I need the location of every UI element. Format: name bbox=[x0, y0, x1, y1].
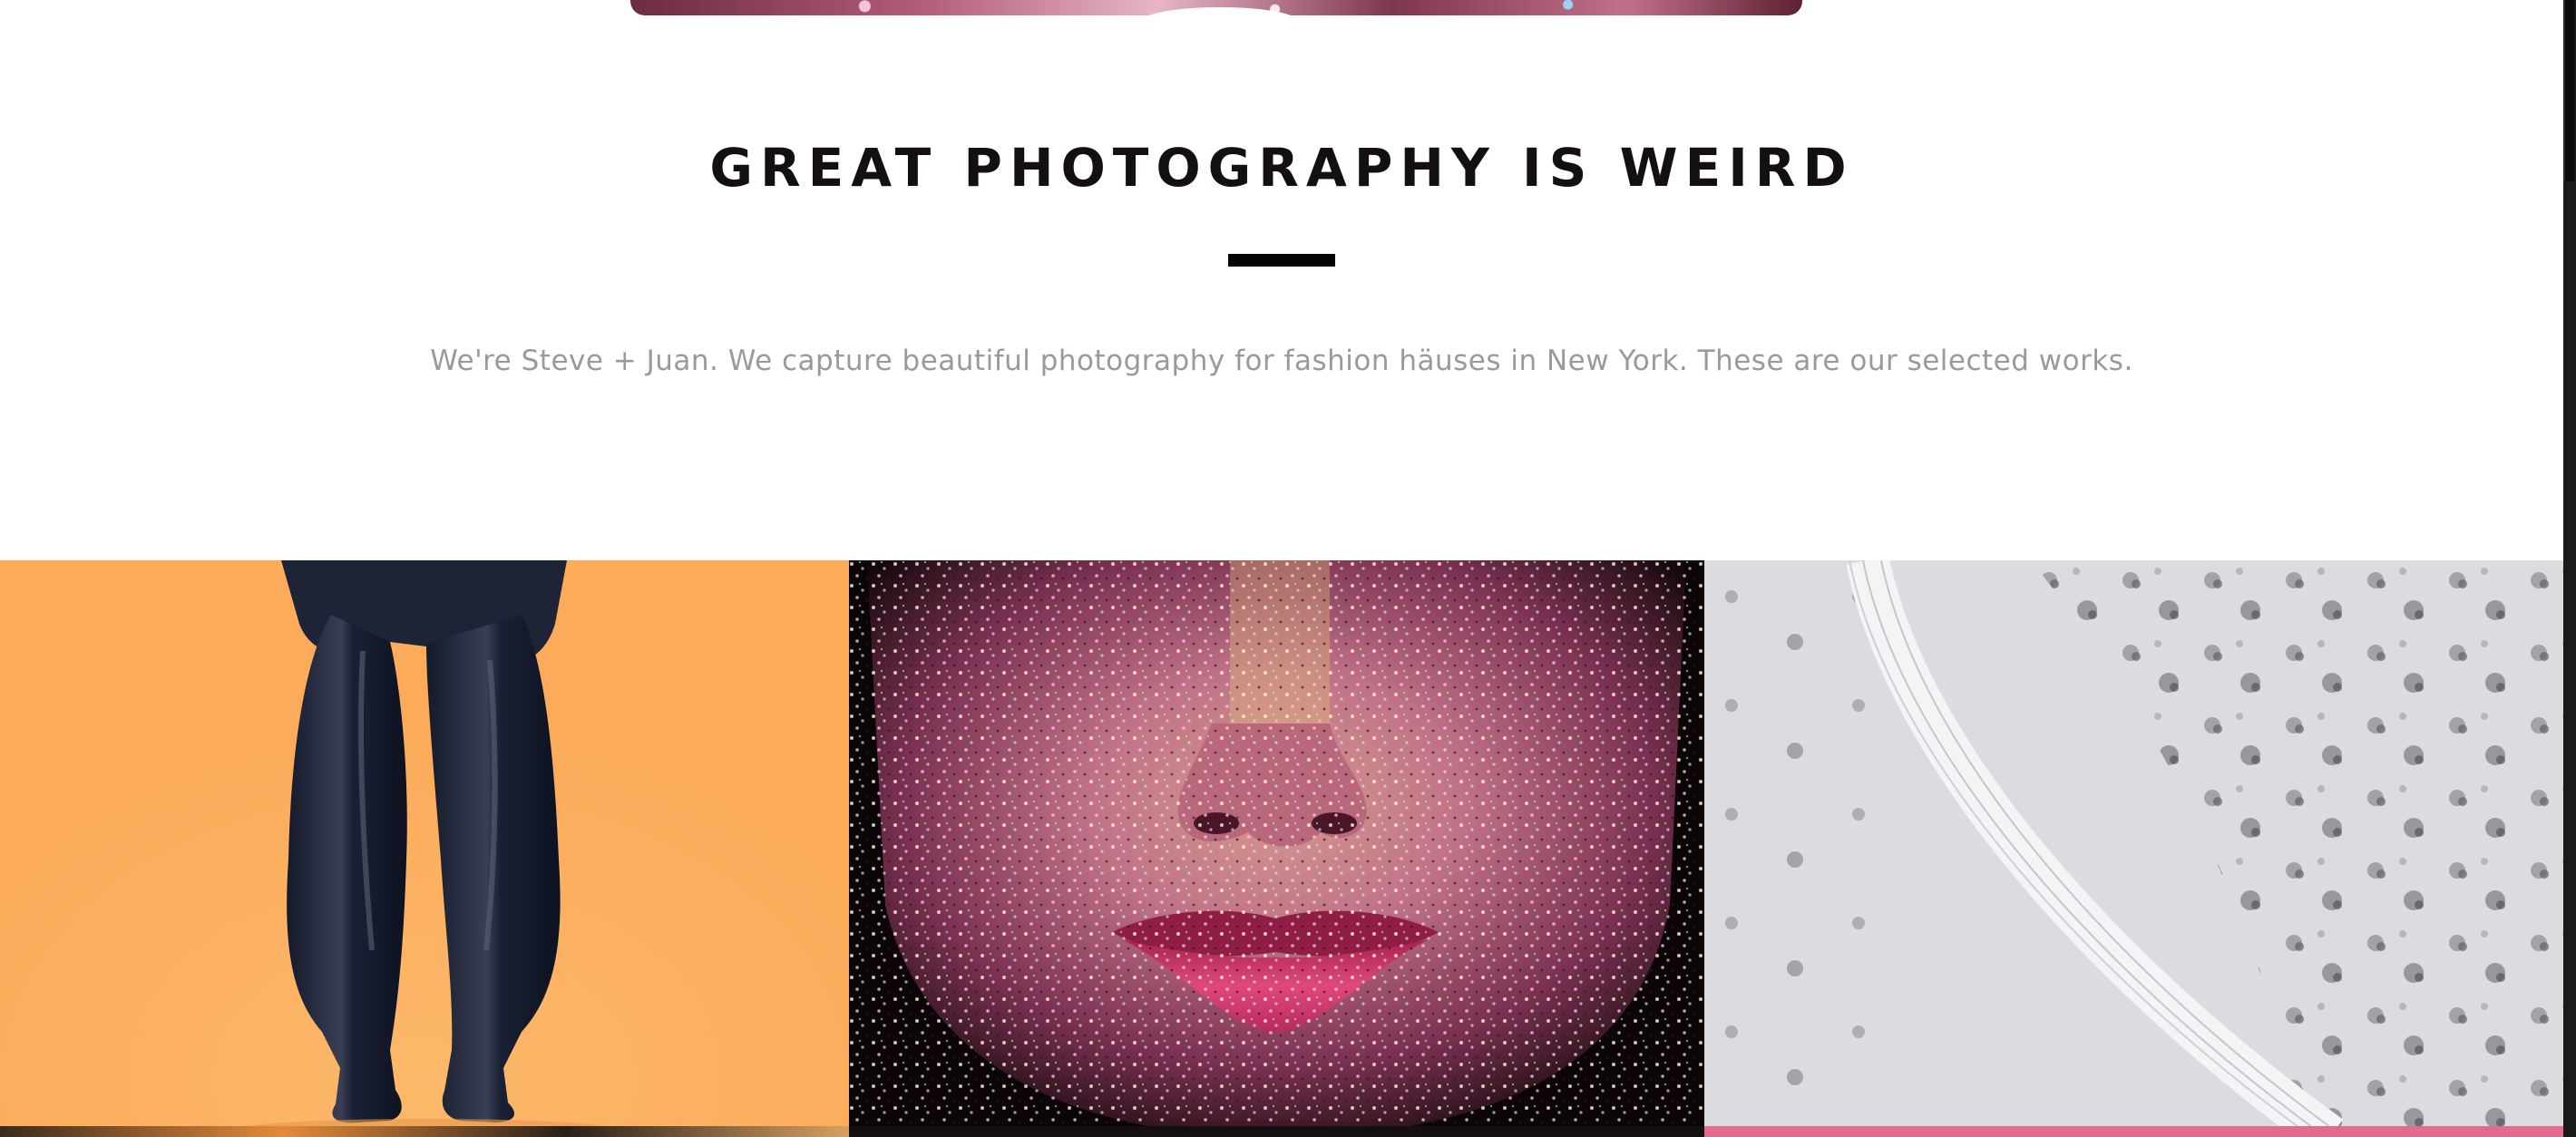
glitter-face-photo bbox=[849, 560, 1704, 1137]
next-row-hint-3 bbox=[1704, 1126, 2563, 1137]
scrollbar-thumb[interactable] bbox=[2564, 0, 2574, 181]
intro-section: GREAT PHOTOGRAPHY IS WEIRD We're Steve +… bbox=[0, 136, 2563, 379]
next-row-hint-2 bbox=[849, 1126, 1704, 1137]
intro-subtitle: We're Steve + Juan. We capture beautiful… bbox=[430, 345, 2133, 377]
page-title: GREAT PHOTOGRAPHY IS WEIRD bbox=[709, 137, 1854, 199]
hero-image-shape bbox=[1143, 7, 1297, 34]
next-row-hint-1 bbox=[0, 1126, 849, 1137]
gallery-tile-orange-figure[interactable] bbox=[0, 560, 849, 1137]
title-divider bbox=[1228, 254, 1335, 267]
vertical-scrollbar[interactable]: ▲ bbox=[2563, 0, 2576, 1137]
page: GREAT PHOTOGRAPHY IS WEIRD We're Steve +… bbox=[0, 0, 2576, 1137]
gallery-tile-snowy-forest[interactable] bbox=[1704, 560, 2563, 1137]
orange-figure-photo bbox=[0, 560, 849, 1137]
gallery-tile-glitter-face[interactable] bbox=[849, 560, 1704, 1137]
snowy-forest-aerial-photo bbox=[1704, 560, 2563, 1137]
photo-gallery bbox=[0, 560, 2563, 1137]
